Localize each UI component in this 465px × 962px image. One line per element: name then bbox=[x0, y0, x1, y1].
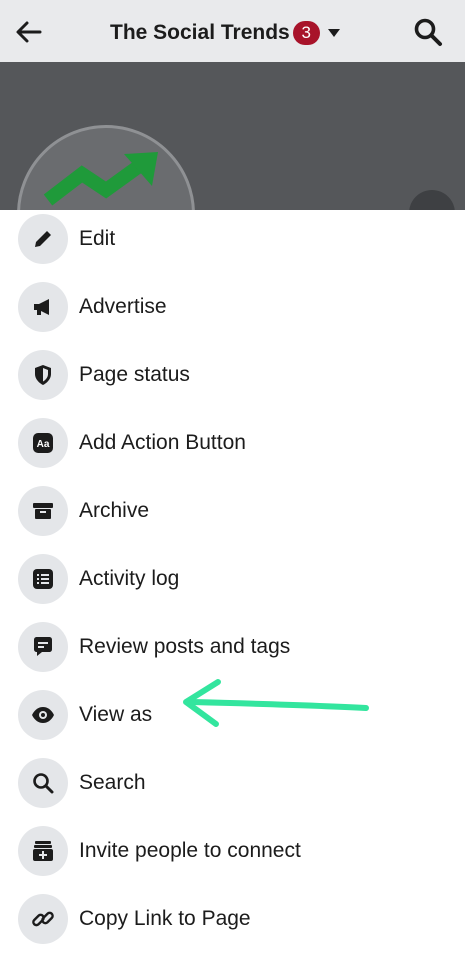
menu-item-label: Archive bbox=[79, 499, 150, 522]
search-icon[interactable] bbox=[413, 17, 443, 47]
menu-item-label: View as bbox=[79, 703, 153, 726]
page-title: The Social Trends bbox=[110, 21, 290, 44]
menu-item-label: Add Action Button bbox=[79, 431, 246, 454]
list-icon bbox=[33, 569, 53, 589]
annotation-arrow bbox=[183, 679, 369, 727]
menu-item-label: Copy Link to Page bbox=[79, 907, 251, 930]
profile-picture[interactable] bbox=[17, 125, 195, 212]
archive-box-icon bbox=[33, 503, 53, 519]
menu-item-edit[interactable]: Edit bbox=[0, 214, 465, 282]
pencil-icon bbox=[35, 231, 51, 247]
menu-item-add-action-button[interactable]: Aa Add Action Button bbox=[0, 418, 465, 486]
menu-item-archive[interactable]: Archive bbox=[0, 486, 465, 554]
notification-badge: 3 bbox=[292, 21, 320, 45]
menu-item-search[interactable]: Search bbox=[0, 758, 465, 826]
menu-item-invite-people-to-connect[interactable]: Invite people to connect bbox=[0, 826, 465, 894]
page-title-dropdown[interactable]: The Social Trends 3 bbox=[110, 18, 342, 48]
cover-photo bbox=[0, 62, 465, 212]
menu-item-activity-log[interactable]: Activity log bbox=[0, 554, 465, 622]
menu-item-label: Invite people to connect bbox=[79, 839, 301, 862]
back-arrow-icon[interactable] bbox=[14, 17, 44, 47]
menu-item-page-status[interactable]: Page status bbox=[0, 350, 465, 418]
chat-bubble-icon bbox=[34, 637, 52, 656]
menu-item-label: Advertise bbox=[79, 295, 167, 318]
svg-text:Aa: Aa bbox=[37, 439, 50, 450]
menu-item-label: Page status bbox=[79, 363, 190, 386]
invite-box-icon bbox=[33, 841, 53, 861]
options-sheet: Edit Advertise Page status Aa Add Action… bbox=[0, 210, 465, 944]
search-icon bbox=[33, 773, 54, 794]
top-bar: The Social Trends 3 bbox=[0, 0, 465, 62]
aa-icon: Aa bbox=[33, 433, 53, 453]
link-icon bbox=[32, 911, 54, 927]
eye-icon bbox=[32, 707, 54, 723]
shield-icon bbox=[35, 365, 51, 385]
menu-item-advertise[interactable]: Advertise bbox=[0, 282, 465, 350]
menu-item-label: Review posts and tags bbox=[79, 635, 291, 658]
megaphone-icon bbox=[34, 299, 49, 315]
camera-button[interactable] bbox=[409, 190, 455, 212]
menu-item-label: Activity log bbox=[79, 567, 180, 590]
caret-down-icon bbox=[327, 29, 340, 37]
menu-item-copy-link-to-page[interactable]: Copy Link to Page bbox=[0, 894, 465, 962]
menu-item-label: Edit bbox=[79, 227, 116, 250]
trend-arrow-logo bbox=[43, 152, 158, 206]
menu-item-label: Search bbox=[79, 771, 146, 794]
